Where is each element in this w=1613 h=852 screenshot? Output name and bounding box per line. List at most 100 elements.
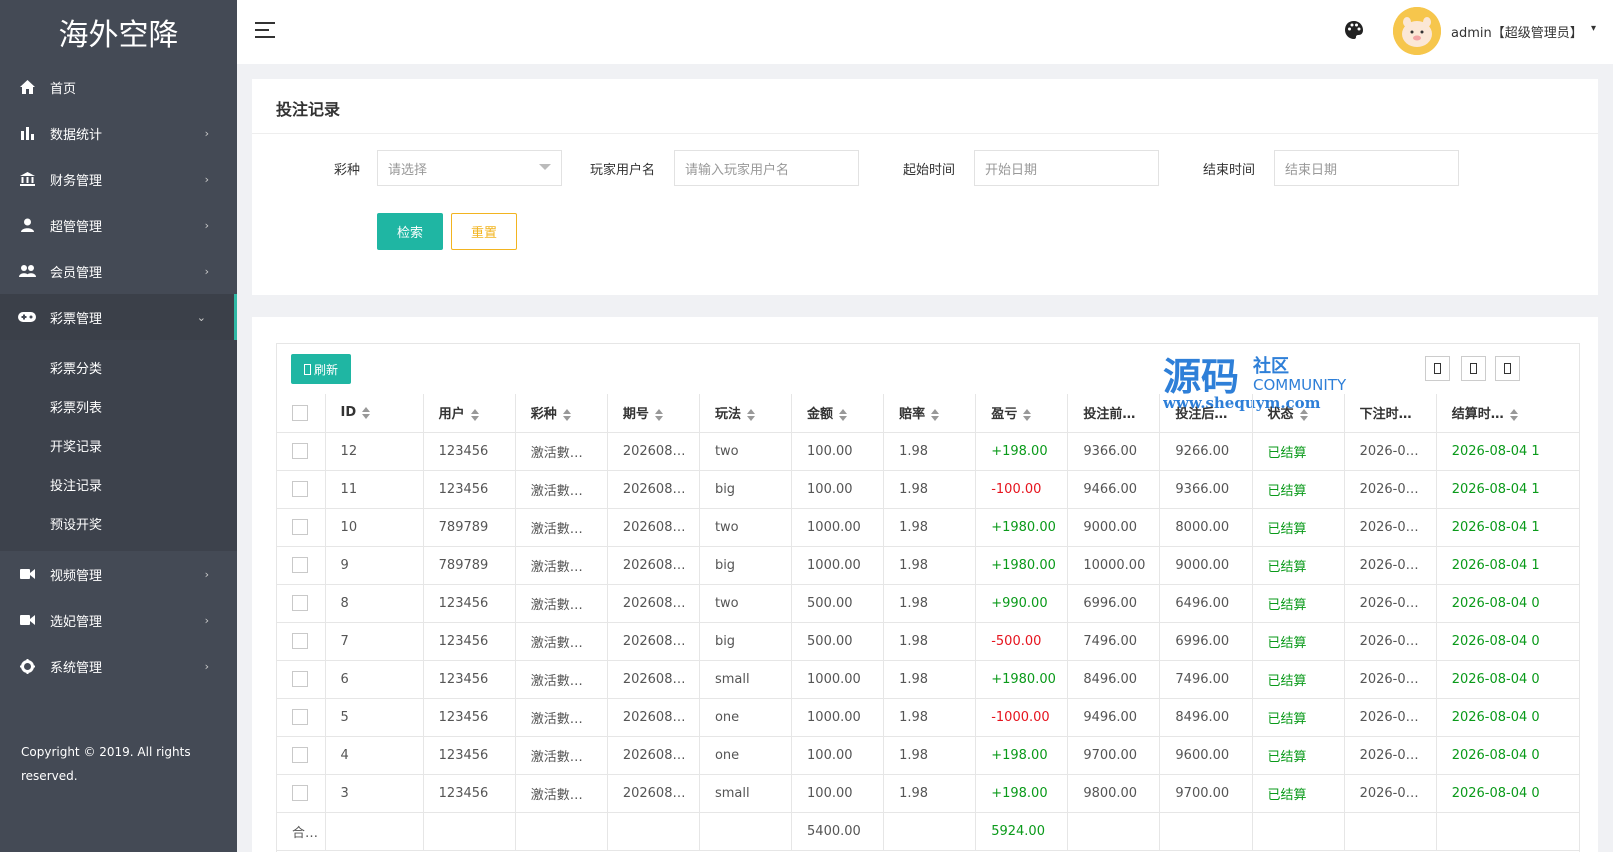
sidebar-item-system[interactable]: 系统管理 › <box>0 643 237 689</box>
column-header-lottery[interactable]: 彩种 <box>515 394 608 433</box>
caret-down-icon[interactable]: ▾ <box>1591 23 1596 34</box>
cell-odds: 1.98 <box>883 546 977 585</box>
table-row[interactable]: 10 789789 激活數… 202608… two 1000.00 1.98 +1980.0… <box>277 508 1579 547</box>
column-header-id[interactable]: ID <box>325 394 424 433</box>
export-button[interactable] <box>1461 356 1486 381</box>
cell-bet-time: 2026-0… <box>1344 470 1437 509</box>
refresh-button[interactable]: 刷新 <box>291 354 351 384</box>
sort-icon[interactable] <box>362 406 371 419</box>
cell-play: two <box>699 432 793 471</box>
column-header-profit[interactable]: 盈亏 <box>975 394 1069 433</box>
table-row[interactable]: 9 789789 激活數… 202608… big 1000.00 1.98 +1980.00… <box>277 546 1579 585</box>
start-date-input[interactable]: 开始日期 <box>974 150 1159 186</box>
table-row[interactable]: 6 123456 激活數… 202608… small 1000.00 1.98 +1980.… <box>277 660 1579 699</box>
row-checkbox[interactable] <box>292 671 308 687</box>
sort-icon[interactable] <box>1299 408 1309 421</box>
sidebar-item-superadmin[interactable]: 超管管理 › <box>0 202 237 248</box>
sidebar-item-finance[interactable]: 财务管理 › <box>0 156 237 202</box>
column-header-period[interactable]: 期号 <box>607 394 700 433</box>
row-checkbox[interactable] <box>292 481 308 497</box>
lottery-select[interactable]: 请选择 <box>377 150 562 186</box>
cell-user: 123456 <box>423 736 516 775</box>
cell-id: 12 <box>325 432 424 471</box>
print-button[interactable] <box>1495 356 1520 381</box>
sidebar-item-home[interactable]: 首页 <box>0 64 237 110</box>
submenu-item-bet-records[interactable]: 投注记录 <box>0 465 237 504</box>
sort-icon[interactable] <box>470 408 480 421</box>
cell-settle-time: 2026-08-04 1 <box>1436 470 1579 509</box>
table-row[interactable]: 8 123456 激活數… 202608… two 500.00 1.98 +990.00 69… <box>277 584 1579 623</box>
table-row[interactable]: 4 123456 激活數… 202608… one 100.00 1.98 +198.00 97… <box>277 736 1579 775</box>
table-row[interactable]: 7 123456 激活數… 202608… big 500.00 1.98 -500.00 74… <box>277 622 1579 661</box>
row-checkbox[interactable] <box>292 443 308 459</box>
column-header-odds[interactable]: 赔率 <box>883 394 977 433</box>
sort-icon[interactable] <box>839 408 848 421</box>
video-icon <box>18 612 36 628</box>
sidebar-item-members[interactable]: 会员管理 › <box>0 248 237 294</box>
row-checkbox[interactable] <box>292 557 308 573</box>
row-checkbox[interactable] <box>292 709 308 725</box>
cell-user: 789789 <box>423 546 516 585</box>
player-input[interactable]: 请输入玩家用户名 <box>674 150 859 186</box>
cell-id: 10 <box>325 508 424 547</box>
submenu-item-lottery-list[interactable]: 彩票列表 <box>0 387 237 426</box>
table-row[interactable]: 3 123456 激活數… 202608… small 100.00 1.98 +198.00… <box>277 774 1579 813</box>
table-row[interactable]: 11 123456 激活數… 202608… big 100.00 1.98 -100.00 9… <box>277 470 1579 509</box>
column-header-balance-after[interactable]: 投注后… <box>1159 394 1253 433</box>
cell-status: 已结算 <box>1252 584 1345 623</box>
cell-period: 202608… <box>607 660 700 699</box>
table-row[interactable]: 5 123456 激活數… 202608… one 1000.00 1.98 -1000.00… <box>277 698 1579 737</box>
column-header-balance-before[interactable]: 投注前… <box>1067 394 1161 433</box>
sidebar-item-selection[interactable]: 选妃管理 › <box>0 597 237 643</box>
users-icon <box>18 263 36 279</box>
cell-profit: -100.00 <box>975 470 1069 509</box>
cell-play: big <box>699 470 793 509</box>
cell-id: 7 <box>325 622 424 661</box>
sidebar-item-video[interactable]: 视频管理 › <box>0 551 237 597</box>
palette-icon[interactable] <box>1344 20 1364 40</box>
column-header-bet-time[interactable]: 下注时… <box>1344 394 1437 433</box>
sort-icon[interactable] <box>746 408 756 421</box>
row-checkbox[interactable] <box>292 747 308 763</box>
user-name[interactable]: admin【超级管理员】 <box>1451 22 1583 41</box>
menu-toggle-icon[interactable] <box>255 22 275 38</box>
submenu-item-draw-records[interactable]: 开奖记录 <box>0 426 237 465</box>
row-checkbox[interactable] <box>292 633 308 649</box>
column-header-play[interactable]: 玩法 <box>699 394 793 433</box>
sort-icon[interactable] <box>562 408 572 421</box>
table-row[interactable]: 12 123456 激活數… 202608… two 100.00 1.98 +198.00 9… <box>277 432 1579 471</box>
select-all-checkbox[interactable] <box>292 404 308 421</box>
cell-amount: 100.00 <box>791 470 885 509</box>
avatar[interactable] <box>1393 7 1441 55</box>
row-checkbox[interactable] <box>292 519 308 535</box>
search-button[interactable]: 检索 <box>377 213 443 250</box>
sort-icon[interactable] <box>1023 408 1032 421</box>
row-checkbox-cell <box>277 432 326 471</box>
cell-profit: -1000.00 <box>975 698 1069 737</box>
gear-icon <box>18 658 36 674</box>
app-logo[interactable]: 海外空降 <box>0 0 237 64</box>
submenu-item-preset-draw[interactable]: 预设开奖 <box>0 504 237 543</box>
row-checkbox-cell <box>277 622 326 661</box>
cell-profit: +990.00 <box>975 584 1069 623</box>
cell-balance-after: 6496.00 <box>1159 584 1253 623</box>
submenu-item-lottery-category[interactable]: 彩票分类 <box>0 348 237 387</box>
table-panel: 刷新 源码 社区 COMMUNITY www.shequym.com ID 用户… <box>252 317 1598 852</box>
column-header-user[interactable]: 用户 <box>423 394 516 433</box>
sidebar-item-lottery[interactable]: 彩票管理 ⌄ <box>0 294 237 340</box>
sort-icon[interactable] <box>931 408 940 421</box>
sort-icon[interactable] <box>1509 408 1519 421</box>
sidebar-item-statistics[interactable]: 数据统计 › <box>0 110 237 156</box>
columns-toggle-button[interactable] <box>1425 356 1450 381</box>
row-checkbox[interactable] <box>292 785 308 801</box>
column-header-status[interactable]: 状态 <box>1252 394 1345 433</box>
sort-icon[interactable] <box>654 408 664 421</box>
watermark-community: COMMUNITY <box>1253 376 1347 394</box>
end-date-input[interactable]: 结束日期 <box>1274 150 1459 186</box>
column-header-amount[interactable]: 金额 <box>791 394 885 433</box>
reset-button[interactable]: 重置 <box>451 213 517 250</box>
row-checkbox[interactable] <box>292 595 308 611</box>
cell-play: small <box>699 660 793 699</box>
column-header-settle-time[interactable]: 结算时… <box>1436 394 1579 433</box>
cell-balance-after: 7496.00 <box>1159 660 1253 699</box>
